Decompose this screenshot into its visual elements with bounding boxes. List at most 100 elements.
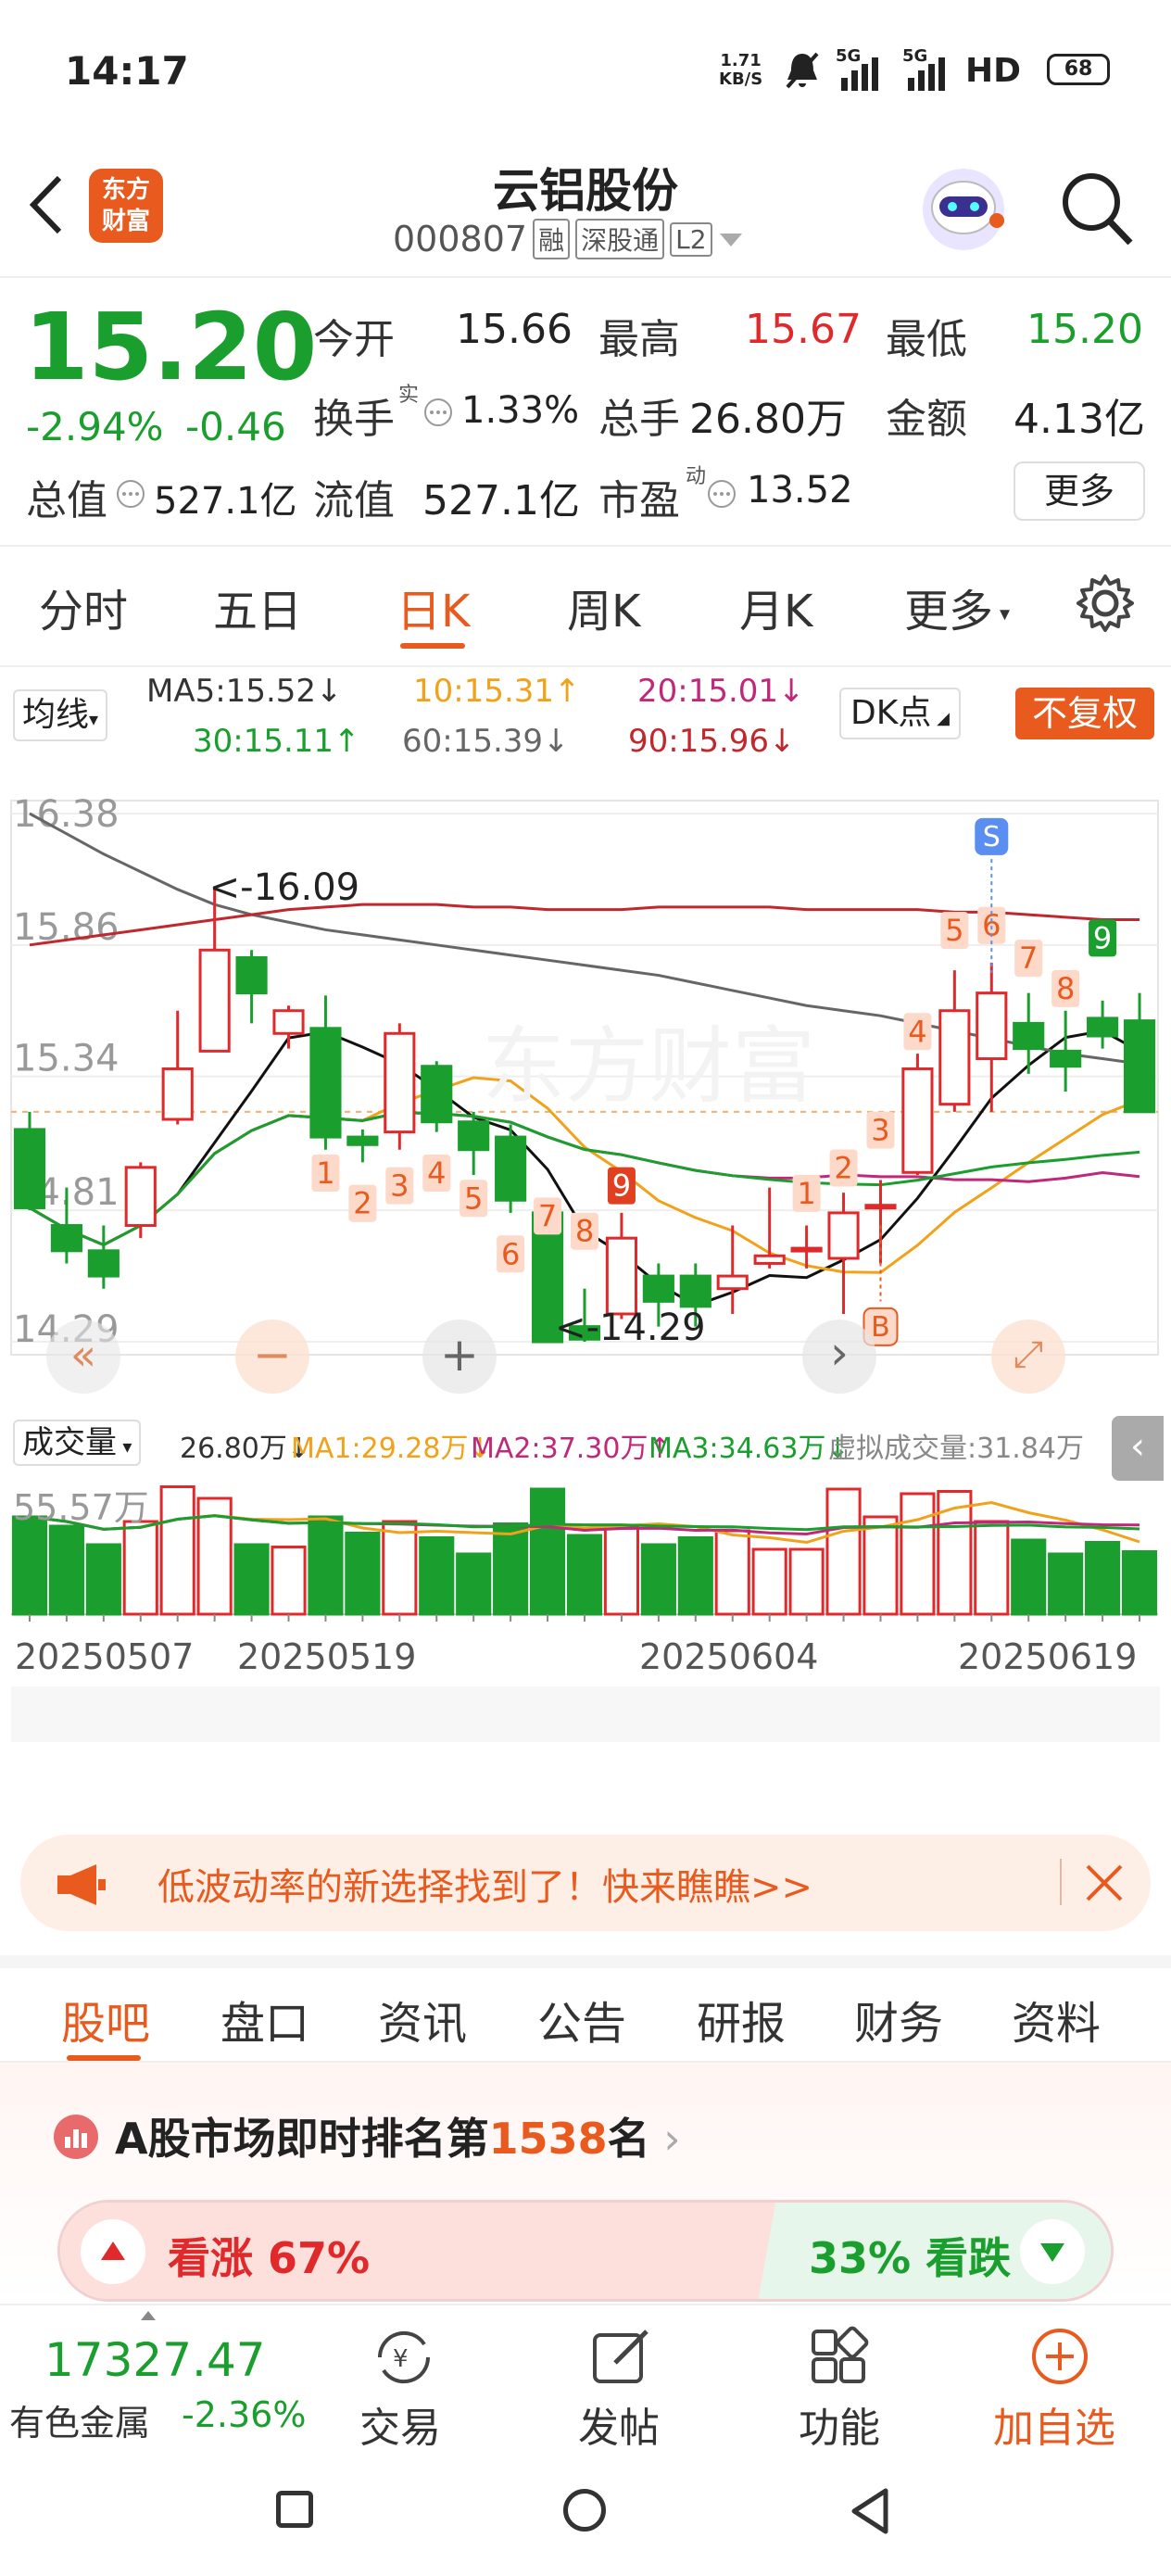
volume-bar bbox=[159, 1485, 195, 1616]
connect-tag: 深股通 bbox=[575, 219, 665, 259]
vol-ma2-label: MA2:37.30万↑ bbox=[471, 1433, 672, 1465]
ma-selector[interactable]: 均线▾ bbox=[13, 689, 108, 741]
volume-bar bbox=[566, 1534, 603, 1616]
tab-more[interactable]: 更多 ▾ bbox=[904, 575, 1010, 639]
recent-apps-icon[interactable] bbox=[276, 2491, 313, 2528]
tab-profile[interactable]: 资料 bbox=[1012, 1987, 1101, 2052]
volume-selector[interactable]: 成交量 ▾ bbox=[13, 1420, 142, 1466]
adjust-button[interactable]: 不复权 bbox=[1015, 688, 1154, 739]
tab-research[interactable]: 研报 bbox=[697, 1987, 786, 2052]
buy-marker-text: B bbox=[871, 1311, 890, 1344]
functions-label[interactable]: 功能 bbox=[799, 2394, 880, 2454]
volume-label: 总手 bbox=[598, 396, 680, 443]
bear-button[interactable] bbox=[1020, 2219, 1085, 2284]
more-button[interactable]: 更多 bbox=[1014, 461, 1145, 521]
tab-guba[interactable]: 股吧 bbox=[61, 1987, 150, 2052]
td-marker-number: 8 bbox=[575, 1214, 594, 1249]
volume-bar bbox=[419, 1536, 455, 1616]
eastmoney-logo[interactable]: 东方 财富 bbox=[89, 169, 163, 243]
tab-five-day[interactable]: 五日 bbox=[213, 575, 302, 639]
home-icon[interactable] bbox=[563, 2489, 606, 2532]
tab-news[interactable]: 资讯 bbox=[378, 1987, 467, 2052]
volume-bar bbox=[751, 1547, 787, 1616]
fullscreen-button[interactable]: ⤢ bbox=[991, 1320, 1065, 1394]
promo-banner[interactable]: 低波动率的新选择找到了！快来瞧瞧>> bbox=[20, 1835, 1151, 1931]
add-watchlist-label[interactable]: 加自选 bbox=[993, 2394, 1115, 2454]
post-edit-icon[interactable] bbox=[589, 2326, 654, 2387]
promo-text[interactable]: 低波动率的新选择找到了！快来瞧瞧>> bbox=[157, 1857, 812, 1911]
tab-daily-k[interactable]: 日K bbox=[397, 575, 470, 639]
ranking-text[interactable]: A股市场即时排名第1538名 › bbox=[115, 2105, 681, 2166]
dk-point-button[interactable]: DK点 ◢ bbox=[839, 688, 961, 739]
low-label: 最低 bbox=[886, 316, 967, 363]
virtual-volume-label: 虚拟成交量:31.84万 bbox=[828, 1433, 1084, 1465]
net-speed: 1.71 KB/S bbox=[719, 51, 763, 89]
bull-button[interactable] bbox=[81, 2219, 145, 2284]
info-dots-icon[interactable] bbox=[422, 397, 454, 428]
candle-body bbox=[309, 1027, 342, 1139]
float-value: 527.1亿 bbox=[422, 477, 580, 524]
info-dots-icon-3[interactable] bbox=[706, 478, 737, 510]
volume-bar bbox=[1121, 1550, 1158, 1616]
tab-monthly-k[interactable]: 月K bbox=[739, 575, 812, 639]
tab-announcements[interactable]: 公告 bbox=[537, 1987, 626, 2052]
stock-code-row[interactable]: 000807 融 深股通 L2 bbox=[393, 219, 744, 259]
up-caret-icon bbox=[141, 2311, 156, 2320]
volume-bar bbox=[603, 1524, 640, 1616]
volume-bar bbox=[48, 1524, 84, 1616]
search-icon[interactable] bbox=[1058, 167, 1136, 250]
td-marker-number: 3 bbox=[390, 1168, 409, 1204]
tab-intraday[interactable]: 分时 bbox=[39, 575, 128, 639]
collapse-panel-button[interactable]: ‹ bbox=[1112, 1416, 1164, 1481]
period-tabs: 分时 五日 日K 周K 月K 更多 ▾ bbox=[0, 547, 1171, 667]
volume-max-label: 55.57万 bbox=[13, 1487, 149, 1528]
tab-pankou[interactable]: 盘口 bbox=[220, 1987, 309, 2052]
sector-index-value[interactable]: 17327.47 bbox=[44, 2333, 266, 2387]
back-triangle-icon[interactable] bbox=[849, 2487, 891, 2535]
vol-ma1-label: MA1:29.28万↓ bbox=[291, 1433, 492, 1465]
volume-chart[interactable]: 55.57万 bbox=[0, 1475, 1171, 1623]
td-marker-number: 1 bbox=[797, 1176, 815, 1211]
volume-bar bbox=[788, 1547, 825, 1616]
zoom-in-button[interactable]: + bbox=[422, 1320, 497, 1394]
functions-grid-icon[interactable] bbox=[808, 2326, 873, 2387]
td-marker-number: 2 bbox=[353, 1186, 371, 1221]
stock-code: 000807 bbox=[393, 219, 528, 259]
info-dots-icon-2[interactable] bbox=[115, 478, 146, 510]
candle-body bbox=[1087, 1017, 1119, 1038]
td-marker-number: 3 bbox=[871, 1113, 889, 1148]
ma10-label: 10:15.31↑ bbox=[413, 673, 581, 710]
post-label[interactable]: 发帖 bbox=[578, 2394, 660, 2454]
volume-bar bbox=[1048, 1552, 1084, 1616]
td-marker-number: 6 bbox=[501, 1236, 520, 1271]
settings-gear-icon[interactable] bbox=[1075, 573, 1136, 634]
ma5-label: MA5:15.52↓ bbox=[146, 673, 343, 710]
high-label: 最高 bbox=[598, 316, 680, 363]
trade-label[interactable]: 交易 bbox=[359, 2394, 441, 2454]
sentiment-bar: 看涨 67% 33% 看跌 bbox=[57, 2200, 1114, 2302]
candlestick-chart[interactable]: 16.3815.8615.3414.8114.29<-16.09<-14.291… bbox=[0, 767, 1171, 1434]
date-label-2: 20250519 bbox=[237, 1636, 417, 1677]
robot-assistant-icon[interactable] bbox=[919, 165, 1008, 254]
td-marker-number: 5 bbox=[464, 1181, 483, 1216]
low-price-label: <-14.29 bbox=[555, 1307, 705, 1349]
close-icon[interactable] bbox=[1084, 1863, 1125, 1903]
add-watchlist-icon[interactable] bbox=[1028, 2326, 1091, 2387]
sector-name[interactable]: 有色金属 bbox=[9, 2394, 150, 2445]
mktcap-value: 527.1亿 bbox=[154, 480, 297, 523]
zoom-out-button[interactable]: − bbox=[235, 1320, 309, 1394]
rewind-button[interactable]: « bbox=[46, 1320, 120, 1394]
candle-body bbox=[864, 1204, 897, 1210]
td-marker-number: 7 bbox=[538, 1198, 557, 1233]
signal-bars-icon bbox=[841, 57, 878, 91]
next-button[interactable]: › bbox=[802, 1320, 876, 1394]
trade-icon[interactable]: ¥ bbox=[369, 2326, 439, 2387]
margin-tag: 融 bbox=[533, 219, 571, 259]
candle-body bbox=[13, 1128, 46, 1209]
back-arrow-icon[interactable] bbox=[26, 172, 67, 237]
candle-body bbox=[124, 1166, 157, 1228]
tab-finance[interactable]: 财务 bbox=[854, 1987, 943, 2052]
tab-weekly-k[interactable]: 周K bbox=[567, 575, 640, 639]
candle-body bbox=[384, 1031, 416, 1134]
amount-label: 金额 bbox=[886, 396, 967, 443]
